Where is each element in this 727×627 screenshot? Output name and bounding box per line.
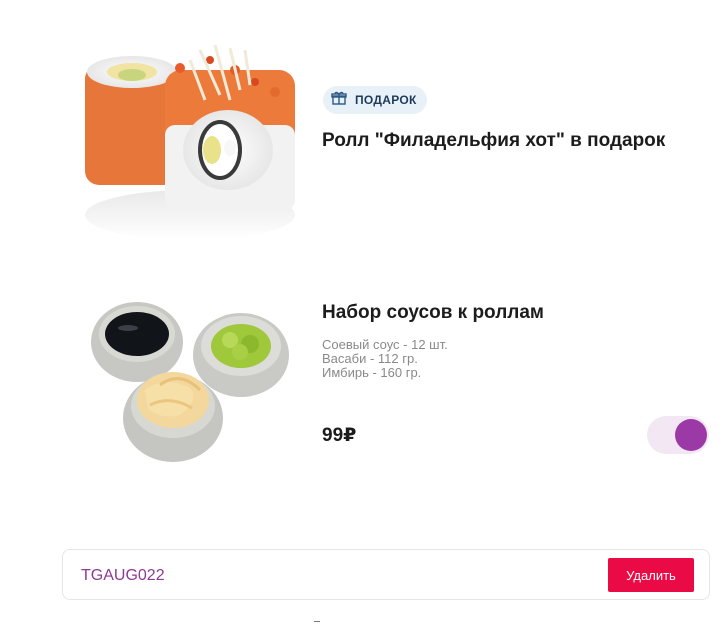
sauce-item-title: Набор соусов к роллам [322,302,544,323]
gift-item-card: ПОДАРОК Ролл "Филадельфия хот" в подарок [0,0,727,260]
sauce-item-description-line: Имбирь - 160 гр. [322,365,422,380]
sauce-item-description-line: Соевый соус - 12 шт. [322,337,448,352]
gift-icon [331,90,347,111]
gift-item-title: Ролл "Филадельфия хот" в подарок [322,130,666,151]
gift-badge-label: ПОДАРОК [355,93,417,107]
sushi-roll-image [80,30,300,245]
gift-badge: ПОДАРОК [323,86,427,114]
footer-divider [314,621,320,622]
sauce-item-description: Соевый соус - 12 шт. Васаби - 112 гр. Им… [322,338,448,380]
promo-code-panel: Удалить [62,549,710,600]
sauce-item-card: Набор соусов к роллам Соевый соус - 12 ш… [0,260,727,520]
sauce-item-toggle[interactable] [647,416,709,454]
promo-code-field[interactable] [79,566,483,586]
remove-promo-button[interactable]: Удалить [608,558,694,592]
toggle-knob [675,419,707,451]
sauce-item-description-line: Васаби - 112 гр. [322,351,418,366]
sauces-image [80,290,300,470]
sauce-item-price: 99₽ [322,425,357,446]
